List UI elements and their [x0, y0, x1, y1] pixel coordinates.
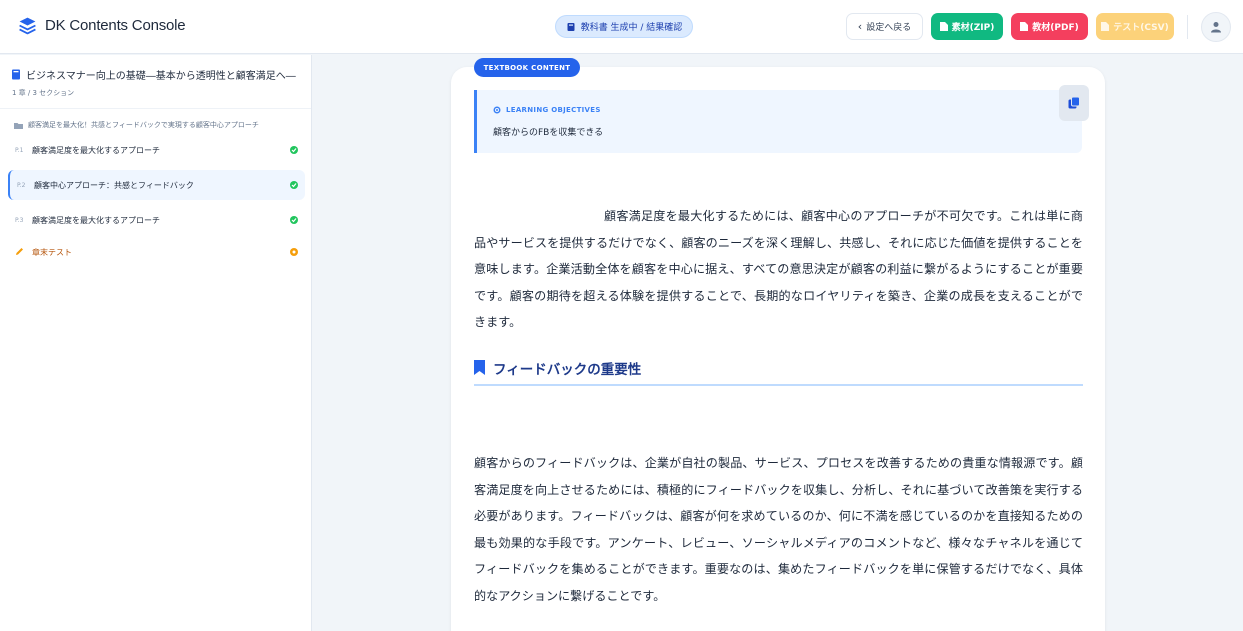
user-icon: [1211, 22, 1221, 33]
download-csv-button[interactable]: テスト(CSV): [1096, 13, 1174, 40]
pending-dot-icon: [290, 248, 298, 256]
back-to-settings-button[interactable]: ‹ 設定へ戻る: [846, 13, 923, 40]
sidebar-item-chapter-test[interactable]: 章末テスト: [8, 237, 305, 267]
course-title: ビジネスマナー向上の基礎―基本から透明性と顧客満足へ―: [26, 71, 296, 82]
pdf-button-label: 教材(PDF): [1032, 23, 1079, 33]
app-title: DK Contents Console: [45, 17, 186, 34]
top-bar: DK Contents Console 教科書 生成中 / 結果確認 ‹ 設定へ…: [0, 0, 1243, 54]
body-paragraph: 顧客からのフィードバックは、企業が自社の製品、サービス、プロセスを改善するための…: [474, 456, 1083, 603]
copy-icon: [1068, 96, 1080, 109]
pencil-icon: [15, 247, 32, 258]
header-divider: [1187, 15, 1188, 39]
sidebar-item-page-2[interactable]: P.2 顧客中心アプローチ：共感とフィードバック: [8, 170, 305, 200]
chapter-title: 顧客満足を最大化！共感とフィードバックで実現する顧客中心アプローチ: [28, 121, 259, 129]
page-number: P.3: [15, 216, 24, 224]
file-icon: [1020, 22, 1029, 31]
user-menu-button[interactable]: [1201, 12, 1231, 42]
copy-button[interactable]: [1059, 85, 1089, 121]
sidebar-item-label: 顧客中心アプローチ：共感とフィードバック: [34, 180, 194, 190]
zip-button-label: 素材(ZIP): [951, 23, 995, 33]
back-button-label: 設定へ戻る: [866, 23, 912, 33]
chevron-left-icon: ‹: [857, 20, 863, 33]
bookmark-icon: [474, 360, 485, 375]
folder-icon: [14, 122, 23, 129]
sidebar-item-label: 顧客満足度を最大化するアプローチ: [32, 215, 160, 225]
course-meta: 1 章 / 3 セクション: [12, 89, 75, 97]
chapter-test-label: 章末テスト: [32, 247, 72, 257]
sidebar-item-label: 顧客満足度を最大化するアプローチ: [32, 145, 160, 155]
app-logo[interactable]: DK Contents Console: [18, 16, 186, 35]
book-icon: [12, 69, 20, 80]
file-icon: [939, 22, 948, 31]
target-icon: [493, 106, 501, 114]
book-icon: [567, 22, 575, 31]
sidebar-item-page-3[interactable]: P.3 顧客満足度を最大化するアプローチ: [8, 205, 305, 235]
chapter-heading[interactable]: 顧客満足を最大化！共感とフィードバックで実現する顧客中心アプローチ: [0, 109, 311, 131]
textbook-content-badge: TEXTBOOK CONTENT: [474, 58, 580, 77]
download-zip-button[interactable]: 素材(ZIP): [931, 13, 1003, 40]
page-number: P.1: [15, 146, 24, 154]
body-paragraph: 顧客満足度を最大化するためには、顧客中心のアプローチが不可欠です。これは単に商品…: [474, 209, 1083, 330]
csv-button-label: テスト(CSV): [1113, 23, 1169, 33]
check-circle-icon: [290, 146, 298, 154]
file-icon: [1101, 22, 1110, 31]
learning-objectives-box: LEARNING OBJECTIVES 顧客からのFBを収集できる: [474, 90, 1082, 153]
section-heading-text: フィードバックの重要性: [493, 362, 642, 378]
generation-status-badge: 教科書 生成中 / 結果確認: [555, 15, 693, 38]
sidebar-item-page-1[interactable]: P.1 顧客満足度を最大化するアプローチ: [8, 135, 305, 165]
section-heading: フィードバックの重要性: [474, 358, 1083, 386]
status-text: 教科書 生成中 / 結果確認: [580, 23, 683, 33]
objectives-text: 顧客からのFBを収集できる: [493, 128, 604, 138]
layers-icon: [19, 17, 36, 35]
download-pdf-button[interactable]: 教材(PDF): [1011, 13, 1088, 40]
course-header: ビジネスマナー向上の基礎―基本から透明性と顧客満足へ― 1 章 / 3 セクショ…: [0, 55, 311, 109]
page-number: P.2: [17, 181, 26, 189]
objectives-heading: LEARNING OBJECTIVES: [506, 106, 601, 114]
check-circle-icon: [290, 216, 298, 224]
check-circle-icon: [290, 181, 298, 189]
